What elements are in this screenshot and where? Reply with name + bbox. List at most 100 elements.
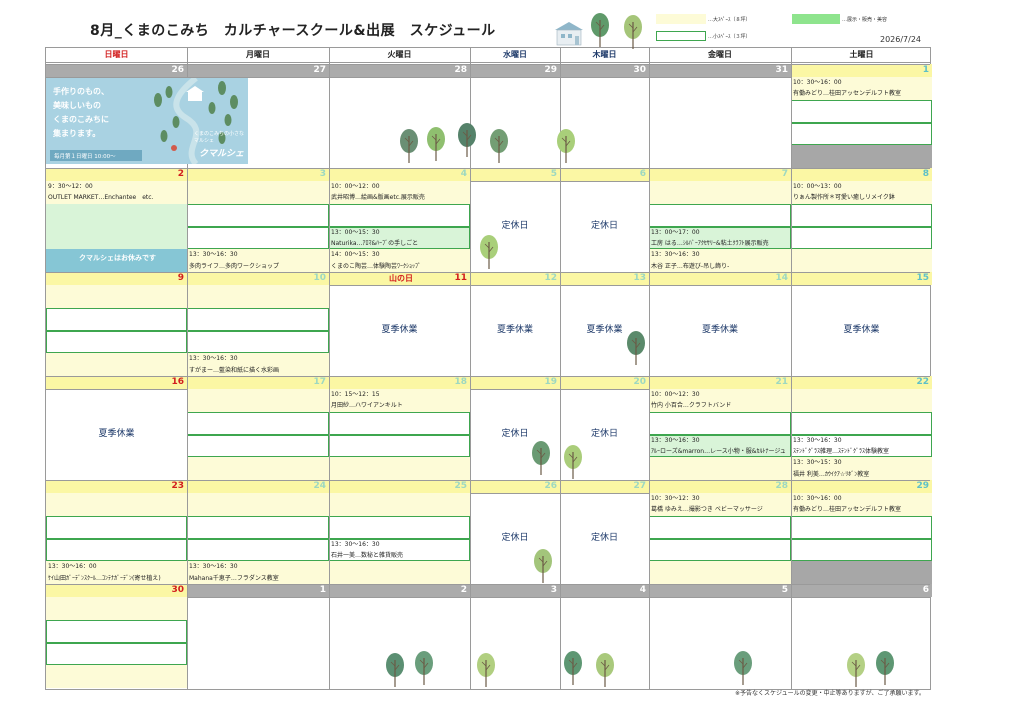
closed-day-label: 定休日: [590, 221, 618, 231]
time-slot[interactable]: [791, 411, 932, 435]
time-slot[interactable]: [791, 515, 932, 539]
legend-large-label: …大ｽﾍﾟｰｽ（８坪）: [708, 17, 751, 23]
time-slot[interactable]: [329, 515, 470, 539]
time-slot[interactable]: [46, 665, 187, 688]
event-text: 工房 はる…ｼﾙﾊﾞｰｱｸｾｻﾘｰ&粘土ｸﾗﾌﾄ展示販売: [651, 239, 769, 247]
banner-subtitle: くまのこみちの小さなマルシェ: [194, 131, 245, 144]
time-slot[interactable]: [187, 285, 329, 308]
time-slot[interactable]: [791, 99, 932, 123]
banner-schedule: 毎月第１日曜日 10:00～: [54, 154, 116, 160]
time-slot[interactable]: [649, 515, 791, 539]
banner-line-1: 手作りのもの、: [53, 87, 109, 96]
day-number: 4: [329, 168, 470, 181]
kumarushe-banner: 手作りのもの、 美味しいもの くまのこみちに 集まります。 くまのこみちの小さな…: [46, 78, 248, 164]
day-number: 24: [187, 480, 329, 493]
event-text: 10：30～16：00: [793, 495, 842, 502]
day-number: 18: [329, 376, 470, 389]
day-number: 1: [791, 64, 932, 77]
tree-icon: [876, 651, 894, 685]
time-slot[interactable]: [329, 203, 470, 227]
grid-line: [649, 48, 650, 689]
event-text: OUTLET MARKET…Enchantee etc.: [48, 194, 154, 202]
time-slot[interactable]: [46, 619, 187, 643]
grid-line: [46, 272, 930, 273]
time-slot[interactable]: [46, 307, 187, 331]
day-number: 14: [649, 272, 791, 285]
time-slot[interactable]: [187, 434, 329, 458]
time-slot[interactable]: [46, 515, 187, 539]
time-slot[interactable]: [329, 561, 470, 584]
legend-large-swatch: [656, 14, 706, 24]
event-text: 13：30～16：30: [331, 540, 380, 548]
grid-line: [46, 64, 930, 65]
time-slot[interactable]: [46, 597, 187, 620]
time-slot[interactable]: [46, 642, 187, 666]
day-number: 23: [46, 480, 187, 493]
event-text: 10：15～12：15: [331, 391, 380, 398]
weekday-header: 火曜日: [387, 50, 412, 59]
day-number: 1: [187, 584, 329, 597]
time-slot[interactable]: [649, 411, 791, 435]
time-slot[interactable]: [791, 561, 932, 584]
summer-holiday-label: 夏季休業: [843, 325, 880, 335]
event-text: 石井一美…数秘と雑貨販売: [331, 551, 404, 559]
time-slot[interactable]: [649, 538, 791, 562]
time-slot[interactable]: [329, 411, 470, 435]
event-text: ｱﾙｰローズ&marron…レース小物・服&ｶﾙﾄﾅージュ: [651, 447, 786, 455]
event-text: 10：30～16：00: [793, 79, 842, 86]
time-slot[interactable]: [46, 330, 187, 354]
tree-icon: [847, 653, 865, 687]
time-slot[interactable]: [791, 538, 932, 562]
tree-icon: [415, 651, 433, 685]
time-slot[interactable]: [187, 330, 329, 354]
print-date: 2026/7/24: [880, 35, 922, 44]
time-slot[interactable]: [46, 285, 187, 308]
time-slot[interactable]: [791, 122, 932, 146]
time-slot[interactable]: [46, 493, 187, 516]
time-slot[interactable]: [649, 457, 791, 480]
time-slot[interactable]: [187, 538, 329, 562]
time-slot[interactable]: [791, 226, 932, 250]
time-slot[interactable]: [187, 515, 329, 539]
weekday-header: 土曜日: [849, 50, 874, 59]
time-slot[interactable]: [791, 203, 932, 227]
time-slot[interactable]: [187, 181, 329, 204]
day-number: 27: [560, 480, 649, 493]
event-text: 13：30～15：30: [793, 459, 842, 467]
summer-holiday-label: 夏季休業: [496, 325, 533, 335]
event-text: ｽﾃﾝﾄﾞｸﾞﾗｽ雑理…ｽﾃﾝﾄﾞｸﾞﾗｽ体験教室: [793, 447, 890, 455]
day-number: 5: [649, 584, 791, 597]
tree-icon: [458, 123, 476, 157]
time-slot[interactable]: [187, 389, 329, 412]
holiday-label: 山の日: [389, 274, 413, 283]
event-text: 9：30～12：00: [48, 183, 93, 190]
time-slot[interactable]: [649, 561, 791, 584]
time-slot[interactable]: [187, 493, 329, 516]
time-slot[interactable]: [791, 249, 932, 272]
tree-icon: [557, 129, 575, 163]
time-slot[interactable]: [187, 226, 329, 250]
time-slot[interactable]: [187, 307, 329, 331]
time-slot[interactable]: [46, 203, 187, 250]
time-slot[interactable]: [649, 203, 791, 227]
tree-icon: [591, 13, 609, 47]
time-slot[interactable]: [329, 434, 470, 458]
event-text: 10：00～13：00: [793, 183, 842, 190]
weekday-header: 月曜日: [246, 50, 270, 59]
time-slot[interactable]: [329, 457, 470, 480]
event-text: 有働みどり…桂田アッセンデルフト教室: [793, 506, 902, 514]
event-text: 13：30～16：30: [793, 436, 842, 444]
time-slot[interactable]: [329, 493, 470, 516]
time-slot[interactable]: [791, 389, 932, 412]
time-slot[interactable]: [649, 181, 791, 204]
tree-icon: [490, 129, 508, 163]
time-slot[interactable]: [46, 353, 187, 376]
time-slot[interactable]: [187, 203, 329, 227]
legend-small-label: …小ｽﾍﾟｰｽ（３坪）: [708, 34, 751, 40]
time-slot[interactable]: [791, 145, 932, 168]
time-slot[interactable]: [46, 538, 187, 562]
time-slot[interactable]: [187, 457, 329, 480]
tree-icon: [532, 441, 550, 475]
time-slot[interactable]: [187, 411, 329, 435]
weekday-header: 木曜日: [592, 50, 617, 59]
